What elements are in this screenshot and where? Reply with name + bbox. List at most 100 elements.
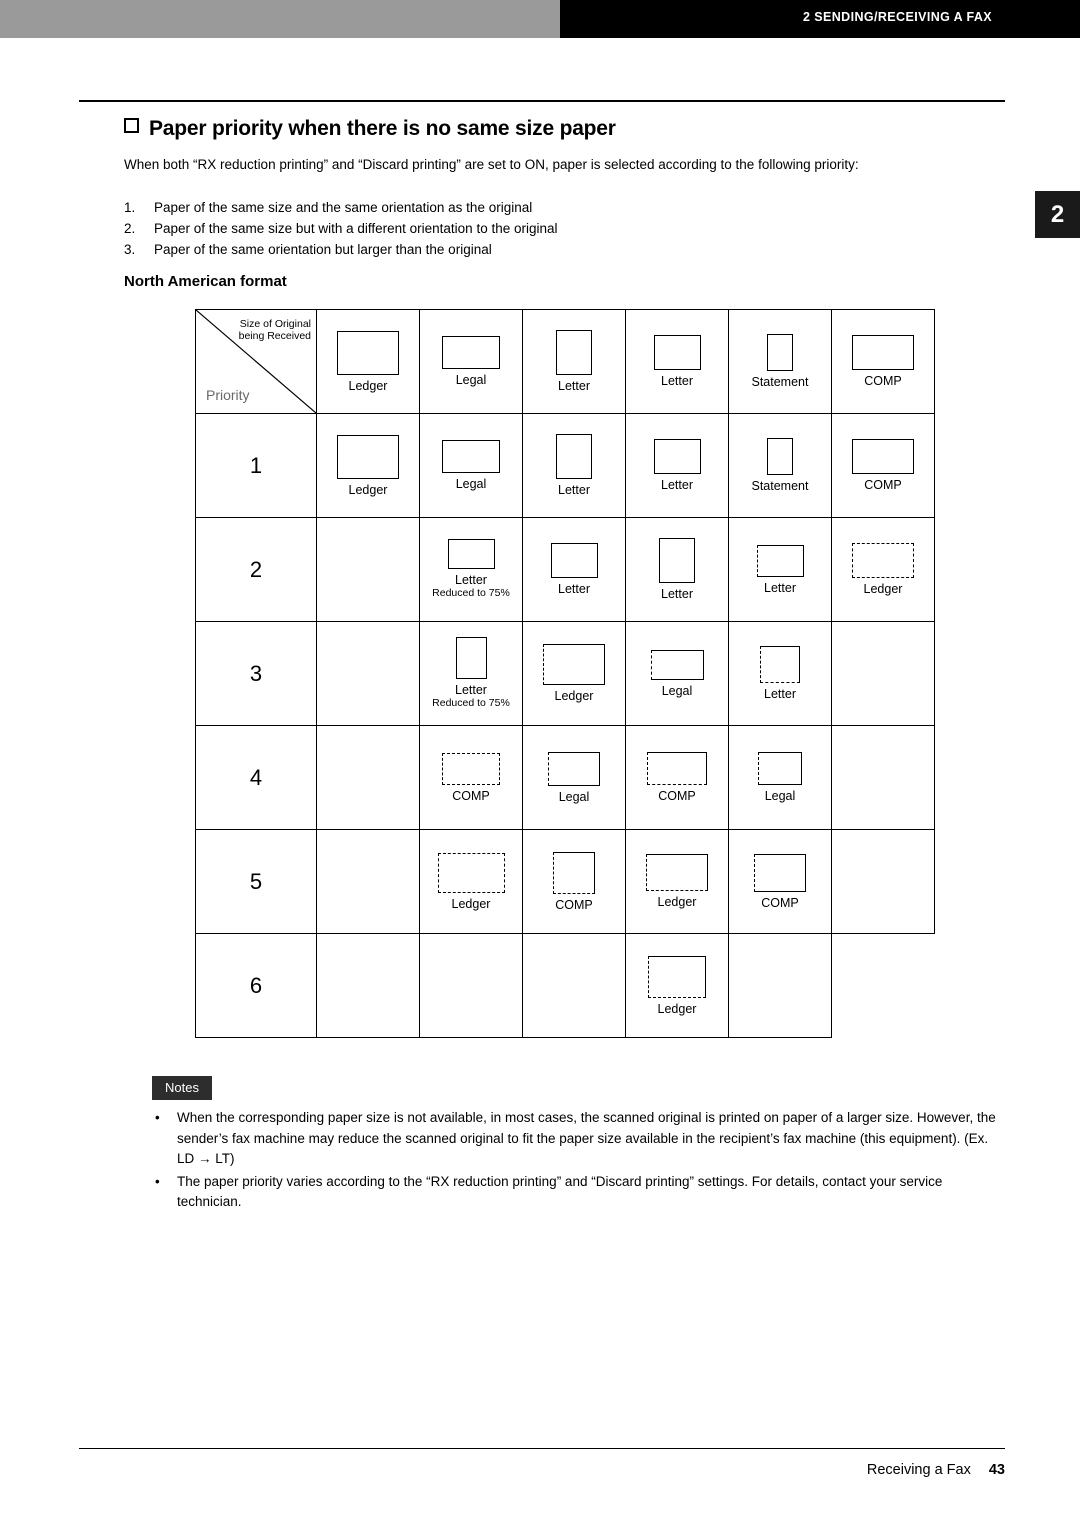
paper-shape [767,438,793,475]
priority-number: 1 [249,452,263,478]
table-cell: COMP [625,725,729,830]
table-cell-empty [316,725,420,830]
cell-label: Ledger [863,582,903,596]
paper-shape [447,539,495,569]
table-cell-empty [831,621,935,726]
cell-label: Legal [764,789,796,803]
list-item: 1. Paper of the same size and the same o… [124,197,979,218]
table-cell-empty [316,621,420,726]
note-text: When the corresponding paper size is not… [177,1110,996,1166]
table-cell: Ledger [625,933,729,1038]
note-item: • The paper priority varies according to… [155,1172,1000,1213]
table-header-cell-letter-portrait: Letter [522,309,626,414]
priority-number: 5 [249,868,263,894]
paper-shape [556,330,592,375]
list-item-number: 2. [124,221,136,236]
table-cell: Letter Reduced to 75% [419,517,523,622]
table-cell-empty [316,517,420,622]
footer-page-number: 43 [988,1462,1005,1478]
paper-shape [442,440,500,473]
notes-tag: Notes [152,1076,212,1100]
cell-label: COMP [864,478,902,492]
cell-label: COMP [864,374,902,388]
cell-label: Legal [558,789,590,804]
cell-sublabel: Reduced to 75% [432,587,510,599]
table-row: 1 Ledger Legal Letter Letter Statement C… [195,413,935,518]
paper-shape [437,852,505,893]
running-header-text: 2 SENDING/RECEIVING A FAX [803,10,992,24]
paper-shape [650,649,704,680]
cell-label: COMP [555,897,593,912]
top-rule [79,100,1005,102]
bullet-square-icon [124,118,139,133]
table-header-cell-comp: COMP [831,309,935,414]
paper-shape [756,544,804,577]
table-cell: Ledger [625,829,729,934]
cell-label: Letter [661,478,693,492]
cell-label-text: Letter [455,573,487,587]
paper-shape [442,336,500,369]
note-text: The paper priority varies according to t… [177,1173,943,1210]
cell-label: COMP [761,895,799,910]
paper-shape [646,854,708,891]
cell-label: Letter [558,483,590,497]
paper-shape [653,439,701,474]
list-item-text: Paper of the same size and the same orie… [154,200,533,215]
row-label-cell: 5 [195,829,317,934]
paper-shape [852,439,914,474]
table-row: 3 Letter Reduced to 75% Ledger Legal Lett… [195,621,935,726]
table-cell: COMP [522,829,626,934]
table-cell: COMP [728,829,832,934]
cell-label: Statement [751,375,809,389]
corner-label-bottom: Priority [206,387,250,403]
cell-label: Ledger [657,895,697,909]
chapter-tab: 2 [1035,191,1080,238]
paper-shape [648,955,706,998]
intro-paragraph: When both “RX reduction printing” and “D… [124,157,859,172]
bottom-rule [79,1448,1005,1449]
cell-label: Ledger [451,896,491,911]
cell-label: COMP [452,788,490,803]
paper-shape [550,543,598,578]
paper-shape [760,646,800,683]
table-header-cell-ledger: Ledger [316,309,420,414]
table-cell-empty [728,933,832,1038]
paper-shape [653,335,701,370]
paper-shape [852,543,914,578]
table-header-cell-legal: Legal [419,309,523,414]
priority-number: 2 [249,556,263,582]
paper-shape [455,637,487,679]
table-cell: Ledger [316,413,420,518]
table-cell-empty [316,933,420,1038]
note-item: • When the corresponding paper size is n… [155,1108,1000,1170]
paper-shape [754,853,806,892]
cell-label-text: Letter [455,683,487,697]
page-title: Paper priority when there is no same siz… [124,117,616,141]
table-header-row: Size of Original being Received Priority … [195,309,935,414]
table-cell-empty [831,829,935,934]
table-corner-cell: Size of Original being Received Priority [195,309,317,414]
table-cell: Ledger [419,829,523,934]
cell-sublabel: Reduced to 75% [432,697,510,709]
row-label-cell: 1 [195,413,317,518]
paper-shape [647,752,707,785]
table-cell: Ledger [831,517,935,622]
table-cell-empty [522,933,626,1038]
table-header-cell-letter-landscape: Letter [625,309,729,414]
paper-shape [553,851,595,894]
row-label-cell: 6 [195,933,317,1038]
table-cell: Letter [522,517,626,622]
paper-shape [337,330,399,375]
table-cell-empty [831,725,935,830]
paper-shape [758,752,802,785]
list-item-number: 3. [124,242,136,257]
row-label-cell: 2 [195,517,317,622]
table-cell: Ledger [522,621,626,726]
priority-number: 6 [249,972,263,998]
cell-label: Letter [558,582,590,596]
footer-section: Receiving a Fax [866,1462,971,1478]
paper-shape [659,538,695,583]
table-cell: Letter [625,517,729,622]
cell-label: Legal [455,477,487,491]
table-cell: Letter Reduced to 75% [419,621,523,726]
